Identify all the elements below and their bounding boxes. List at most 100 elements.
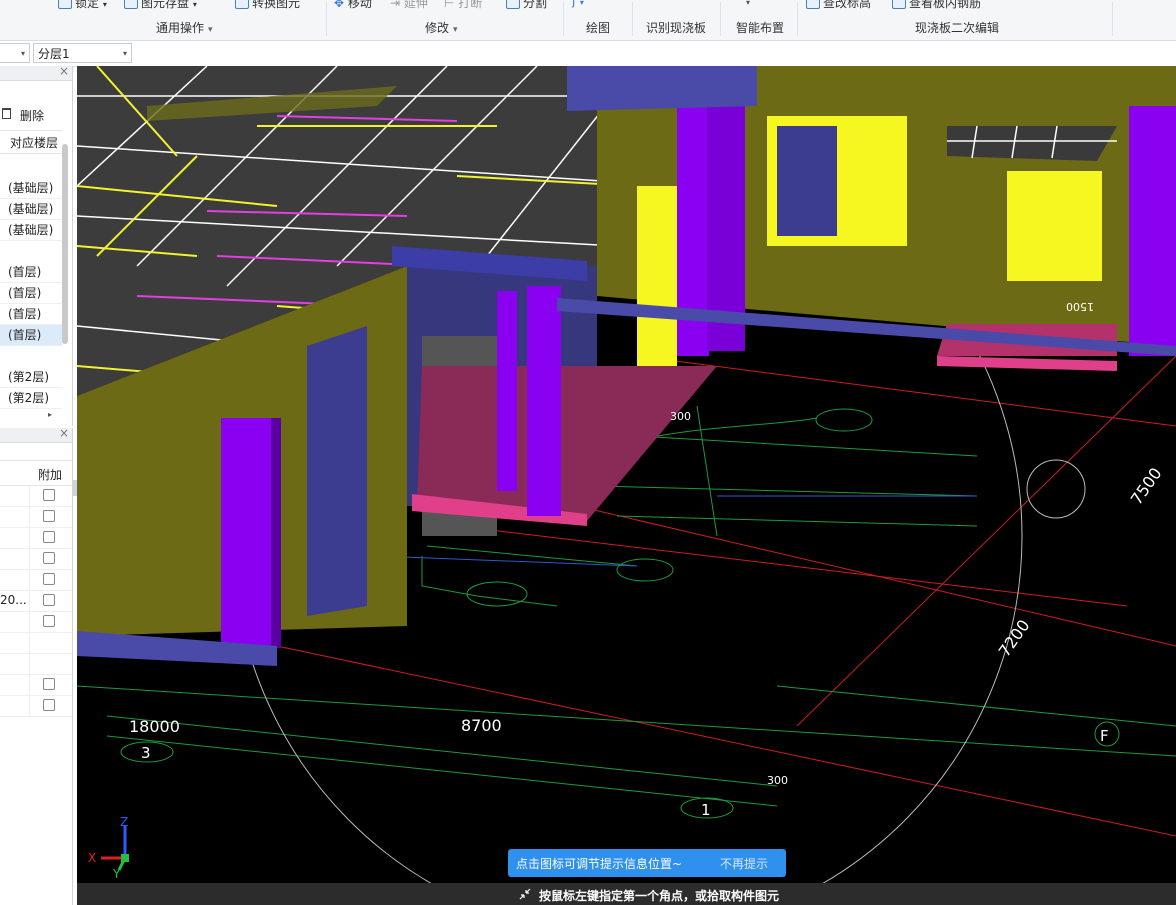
right-column [1129,106,1176,356]
extend-button[interactable]: ⇥ 延伸 [390,0,428,11]
axis-label: 3 [141,744,151,762]
column-divider [29,653,30,674]
chevron-down-icon: ▾ [579,0,584,7]
property-row[interactable] [0,695,72,717]
side-step-edge [937,356,1117,371]
column [221,418,271,653]
command-status-bar: 按鼠标左键指定第一个角点，或拾取构件图元 [77,883,1176,905]
attach-checkbox[interactable] [43,573,55,585]
chevron-right-icon[interactable]: ▸ [48,410,52,419]
attach-checkbox[interactable] [43,489,55,501]
column-divider [29,569,30,590]
group-modify[interactable]: 修改 ▾ [425,19,458,36]
close-icon[interactable]: × [59,66,69,78]
dimension-text: 7500 [1127,464,1166,508]
chevron-down-icon: ▾ [746,0,751,7]
dimension-text: 8700 [461,716,502,735]
3d-viewport[interactable]: 18000 8700 7200 7500 1500 300 300 3 1 F … [77,66,1176,905]
property-row[interactable] [0,653,72,675]
x-axis-label: X [88,851,96,865]
property-row[interactable] [0,527,72,549]
z-axis-label: Z [120,815,128,829]
floor-list-item[interactable]: (首层) [0,262,62,283]
property-row[interactable] [0,569,72,591]
property-value: 20... [0,593,27,607]
property-row[interactable] [0,674,72,696]
attach-checkbox[interactable] [43,531,55,543]
command-prompt: 按鼠标左键指定第一个角点，或拾取构件图元 [539,889,780,903]
y-axis-label: Y [112,867,121,881]
break-icon: ⊢ [444,0,455,10]
break-button[interactable]: ⊢ 打断 [444,0,482,11]
column-divider [29,611,30,632]
column-divider [29,527,30,548]
save-element-button[interactable]: 图元存盘 ▾ [124,0,197,11]
attach-checkbox[interactable] [43,615,55,627]
column-header: 附加 [0,460,72,486]
split-icon [506,0,520,9]
property-row[interactable] [0,632,72,654]
separator [632,2,633,36]
property-row[interactable] [0,548,72,570]
property-row[interactable] [0,611,72,633]
property-panel: × 附加 20... [0,428,73,905]
smart-layout-dropdown[interactable]: ▾ [746,0,750,8]
attach-checkbox[interactable] [43,678,55,690]
draw-dropdown[interactable]: ʃ ▾ [572,0,584,8]
side-door-opening [1007,171,1102,281]
floor-list-item[interactable]: (首层) [0,304,62,325]
shrink-arrows-icon[interactable] [519,888,531,900]
group-smart-layout: 智能布置 [736,21,785,35]
model-canvas[interactable]: 18000 8700 7200 7500 1500 300 300 3 1 F … [77,66,1176,905]
floor-select[interactable]: ▾ [0,43,30,63]
convert-element-button[interactable]: 转换图元 [235,0,300,11]
column-divider [29,632,30,653]
dont-show-again-link[interactable]: 不再提示 [720,855,768,872]
edit-elevation-button[interactable]: 查改标高 [806,0,871,11]
porch-column [497,291,517,491]
ribbon-toolbar: 锁定 ▾ 图元存盘 ▾ 转换图元 ✥ 移动 ⇥ 延伸 ⊢ 打断 分割 ʃ ▾ ▾… [0,0,1176,41]
group-slab-secondary-edit: 现浇板二次编辑 [915,21,1000,35]
property-row[interactable] [0,485,72,507]
attach-checkbox[interactable] [43,552,55,564]
attach-checkbox[interactable] [43,510,55,522]
group-general-ops[interactable]: 通用操作 ▾ [156,19,213,36]
attach-checkbox[interactable] [43,594,55,606]
axis-gizmo: Z X Y [88,815,129,881]
column-divider [29,485,30,506]
dimension-text: 1500 [1066,300,1094,313]
lock-button[interactable]: 锁定 ▾ [58,0,107,11]
close-icon[interactable]: × [59,428,69,440]
floor-list-item[interactable]: (第2层) [0,388,62,409]
column-divider [29,548,30,569]
delete-button[interactable]: 删除 [0,102,72,130]
view-slab-rebar-button[interactable]: 查看板内钢筋 [892,0,981,11]
back-window-2 [637,186,677,366]
vertical-scrollbar[interactable] [62,144,68,344]
group-identify-slab: 识别现浇板 [646,21,707,35]
attach-checkbox[interactable] [43,699,55,711]
hint-tooltip[interactable]: 点击图标可调节提示信息位置~ 不再提示 [508,849,786,877]
floor-panel: × 删除 对应楼层 (基础层) (基础层) (基础层) (首层) (首层) (首层) (首层… [0,66,73,426]
floor-list-item[interactable]: (首层) [0,325,62,346]
property-row[interactable] [0,506,72,528]
panel-header: × [0,66,72,81]
floor-list-item[interactable]: (第2层) [0,367,62,388]
column-side [271,418,281,648]
move-icon: ✥ [334,0,345,10]
rebar-icon [892,0,906,9]
floor-list-item[interactable]: (基础层) [0,178,62,199]
draw-icon: ʃ [572,0,577,8]
floor-list-item[interactable]: (基础层) [0,220,62,241]
layer-select[interactable]: 分层1 ▾ [33,43,132,63]
separator [326,2,327,36]
floor-list-item[interactable]: (首层) [0,283,62,304]
property-row[interactable]: 20... [0,590,72,612]
move-button[interactable]: ✥ 移动 [334,0,372,11]
chevron-down-icon: ▾ [20,49,25,58]
split-button[interactable]: 分割 [506,0,547,11]
extend-icon: ⇥ [390,0,401,10]
dimension-text: 7200 [995,616,1034,660]
back-window-inner [777,126,837,236]
floor-list-item[interactable]: (基础层) [0,199,62,220]
